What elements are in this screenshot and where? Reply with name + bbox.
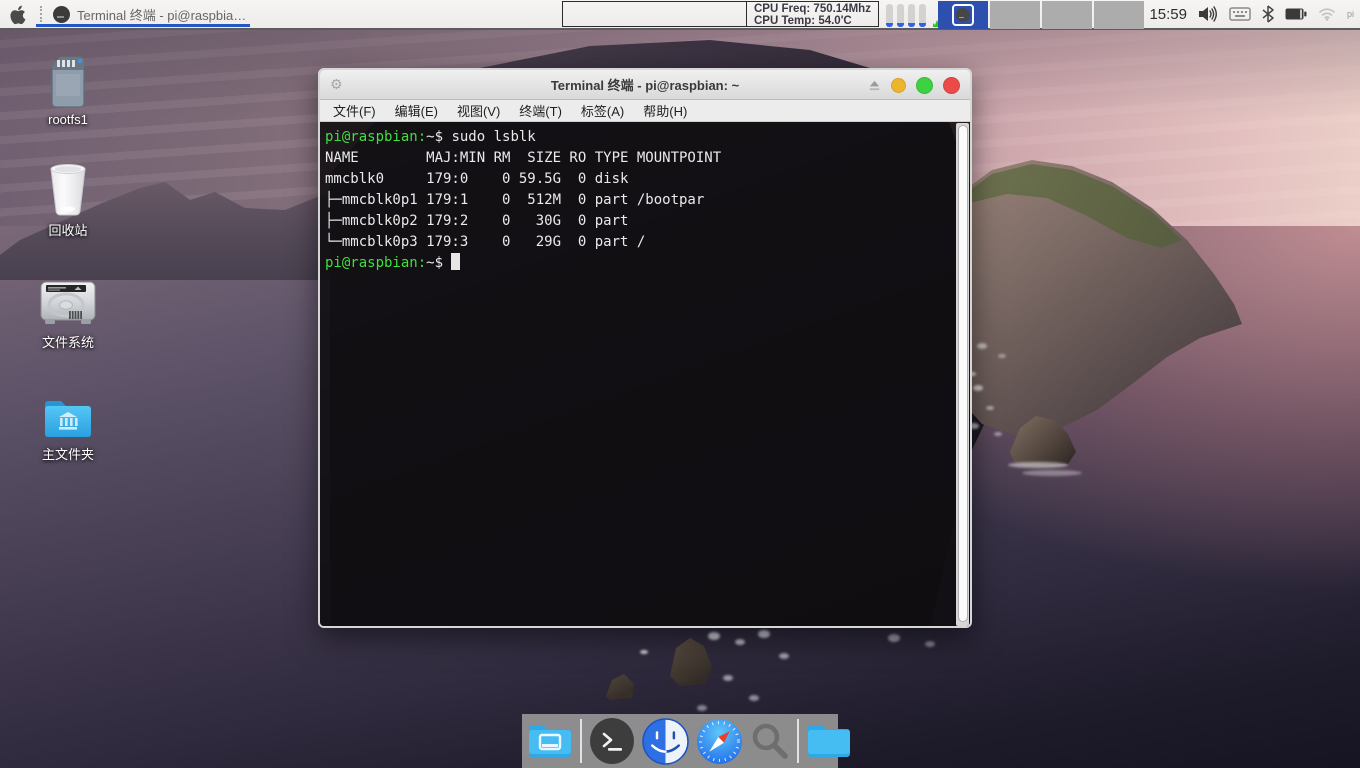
terminal-icon [589,717,635,765]
desktop-icon-trash[interactable]: 回收站 [14,160,122,239]
terminal-prompt-line: pi@raspbian:~$ [325,253,950,274]
file-manager-icon [527,722,573,760]
folder-icon [806,722,852,760]
cpu-meter-bar [886,4,893,27]
menu-edit[interactable]: 编辑(E) [395,101,438,120]
desktop-icon-filesystem[interactable]: 文件系统 [14,272,122,351]
panel-plugin-box: CPU Freq: 750.14Mhz CPU Temp: 54.0'C [562,1,879,27]
task-window-label[interactable]: Terminal 终端 - pi@raspbia… [77,5,246,24]
workspace-pager [938,1,1144,29]
top-panel: Terminal 终端 - pi@raspbia… CPU Freq: 750.… [0,0,1360,30]
cpu-status-readout: CPU Freq: 750.14Mhz CPU Temp: 54.0'C [746,2,878,26]
terminal-scrollbar[interactable] [956,123,969,626]
dock-item-file-manager[interactable] [527,722,573,760]
dock [522,714,838,768]
dock-item-search[interactable] [750,721,790,761]
window-controls [868,70,960,100]
cpu-freq-text: CPU Freq: 750.14Mhz [754,3,871,15]
volume-icon[interactable] [1198,6,1218,22]
system-tray: 15:59 pi [1149,0,1354,28]
cpu-meter-bar [919,4,926,27]
wallpaper-surf-foam [1008,462,1068,468]
cpu-meter-bar [897,4,904,27]
maximize-button[interactable] [916,77,933,94]
terminal-window: ⚙ Terminal 终端 - pi@raspbian: ~ 文件(F) 编辑(… [318,68,972,628]
panel-grip [40,6,46,22]
prompt-user-host: pi@raspbian: [325,129,426,145]
desktop-icon-column: rootfs1 回收站 [14,52,122,463]
wifi-icon[interactable] [1318,7,1336,21]
battery-icon[interactable] [1285,7,1307,21]
terminal-output-line: ├─mmcblk0p1 179:1 0 512M 0 part /bootpar [325,190,950,211]
hard-drive-icon [39,272,97,328]
prompt-path: ~$ [426,255,451,271]
desktop-screen: Terminal 终端 - pi@raspbia… CPU Freq: 750.… [0,0,1360,768]
terminal-menubar: 文件(F) 编辑(E) 视图(V) 终端(T) 标签(A) 帮助(H) [320,100,970,122]
dock-separator [580,719,582,763]
terminal-mini-icon [956,8,970,22]
search-icon [750,721,790,761]
terminal-output-line: └─mmcblk0p3 179:3 0 29G 0 part / [325,232,950,253]
terminal-output-line: NAME MAJ:MIN RM SIZE RO TYPE MOUNTPOINT [325,148,950,169]
workspace-4[interactable] [1094,1,1144,29]
shade-window-icon[interactable] [868,79,881,92]
command-text: sudo lsblk [451,129,535,145]
window-titlebar[interactable]: ⚙ Terminal 终端 - pi@raspbian: ~ [320,70,970,100]
taskbar-active-window[interactable]: Terminal 终端 - pi@raspbia… [36,0,250,28]
cpu-meter-bar [908,4,915,27]
dock-item-safari[interactable] [696,718,743,765]
apple-menu-icon[interactable] [10,5,27,25]
desktop-icon-label: 回收站 [48,220,87,239]
desktop-icon-home-folder[interactable]: 主文件夹 [14,384,122,463]
terminal-content[interactable]: pi@raspbian:~$ sudo lsblk NAME MAJ:MIN R… [320,122,970,627]
sd-card-icon [48,52,88,108]
panel-empty-slot [563,2,746,26]
clock[interactable]: 15:59 [1149,6,1187,23]
desktop-icon-label: 主文件夹 [42,444,94,463]
prompt-path: ~$ [426,129,451,145]
terminal-prompt-line: pi@raspbian:~$ sudo lsblk [325,127,950,148]
menu-view[interactable]: 视图(V) [457,101,500,120]
trash-icon [46,160,90,216]
menu-terminal[interactable]: 终端(T) [519,101,562,120]
text-cursor [451,253,460,270]
desktop-icon-label: 文件系统 [42,332,94,351]
user-badge: pi [1347,9,1354,19]
workspace-3[interactable] [1042,1,1092,29]
scrollbar-thumb[interactable] [958,125,968,622]
bluetooth-icon[interactable] [1262,5,1274,23]
workspace-window-thumb [952,4,974,26]
terminal-output-line: ├─mmcblk0p2 179:2 0 30G 0 part [325,211,950,232]
desktop-icon-rootfs1[interactable]: rootfs1 [14,52,122,127]
workspace-2[interactable] [990,1,1040,29]
prompt-user-host: pi@raspbian: [325,255,426,271]
dock-separator [797,719,799,763]
home-folder-icon [42,384,94,440]
workspace-1[interactable] [938,1,988,29]
safari-icon [696,718,743,765]
dock-item-folder[interactable] [806,722,852,760]
minimize-button[interactable] [891,78,906,93]
menu-help[interactable]: 帮助(H) [643,101,687,120]
terminal-output-line: mmcblk0 179:0 0 59.5G 0 disk [325,169,950,190]
terminal-task-icon [53,6,70,23]
cpu-temp-text: CPU Temp: 54.0'C [754,15,871,27]
keyboard-icon[interactable] [1229,6,1251,22]
gear-icon[interactable]: ⚙ [330,76,343,92]
finder-icon [642,718,689,765]
desktop-icon-label: rootfs1 [48,112,88,127]
wallpaper-surf-foam [640,650,648,654]
dock-item-finder[interactable] [642,718,689,765]
terminal-text: pi@raspbian:~$ sudo lsblk NAME MAJ:MIN R… [320,122,970,274]
close-button[interactable] [943,77,960,94]
menu-tabs[interactable]: 标签(A) [581,101,624,120]
dock-item-terminal[interactable] [589,717,635,765]
menu-file[interactable]: 文件(F) [333,101,376,120]
